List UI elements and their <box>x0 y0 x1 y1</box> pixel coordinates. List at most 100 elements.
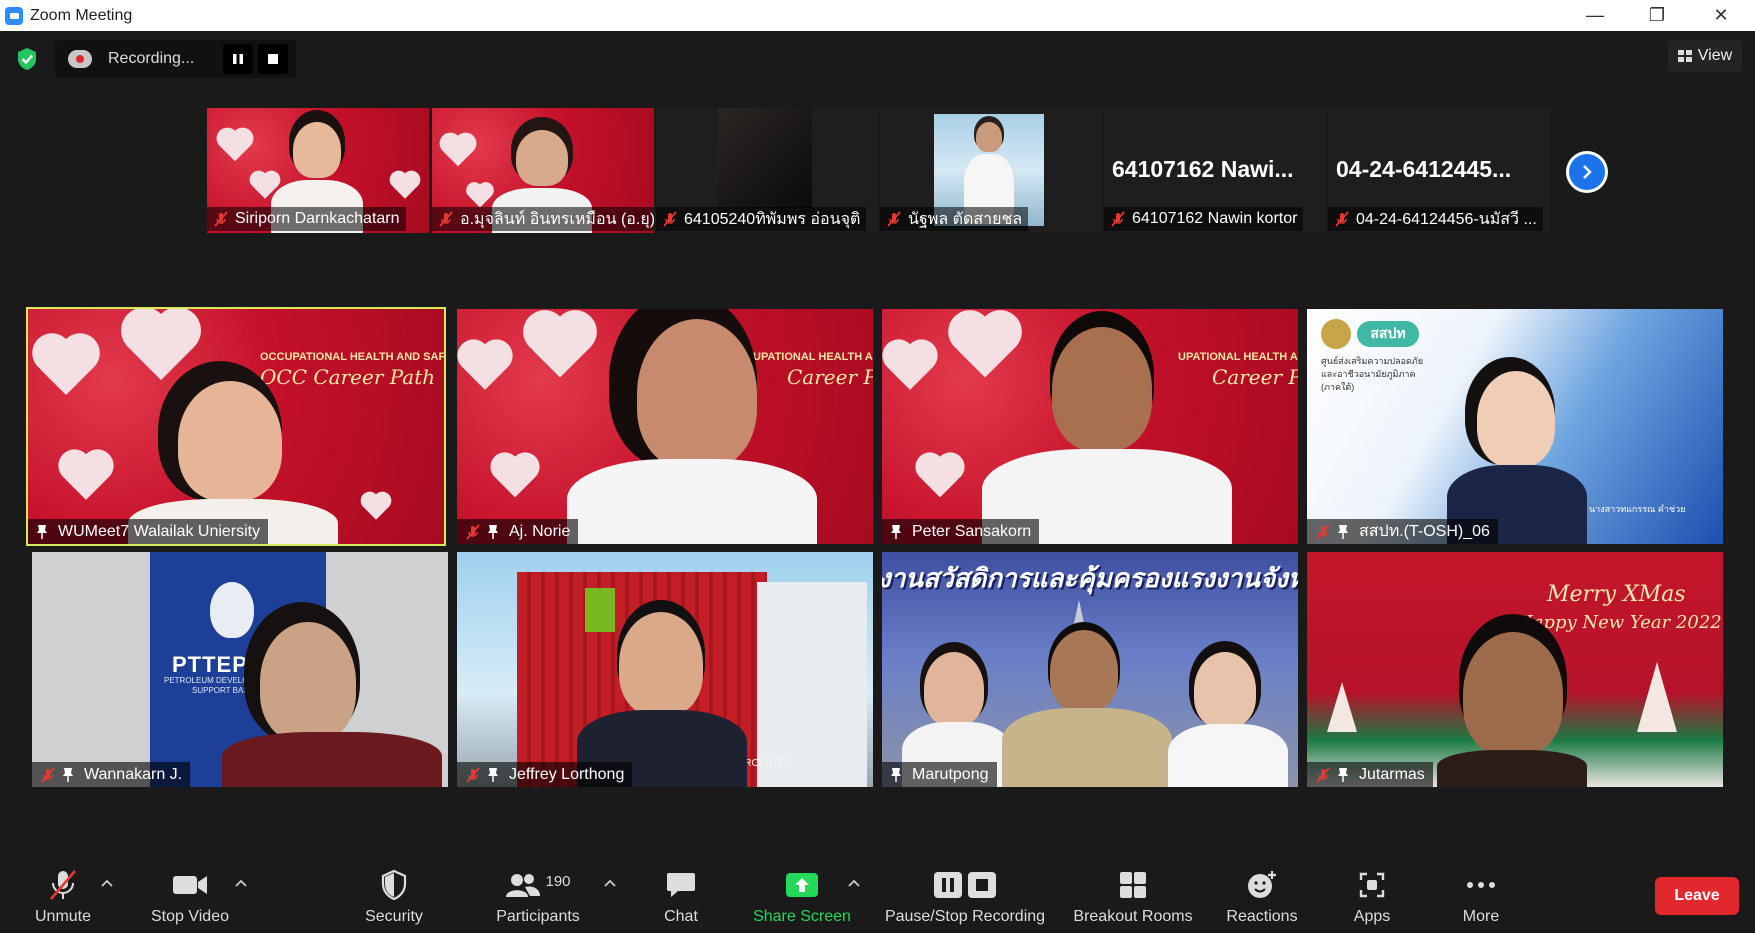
video-tile[interactable]: BIG C SUPERCENTER Jeffrey Lorthong <box>457 552 873 787</box>
mic-muted-icon <box>662 211 678 227</box>
participant-name: Siriporn Darnkachatarn <box>235 210 400 227</box>
participant-thumbnail[interactable]: 64107162 Nawi... 64107162 Nawin kortor <box>1104 108 1326 233</box>
xmas-greeting: Merry XMas <box>1547 582 1686 607</box>
grid-view-icon <box>1677 50 1692 62</box>
security-button[interactable]: Security <box>354 850 434 933</box>
audio-options-chevron-icon[interactable] <box>100 876 114 890</box>
video-tile[interactable]: สสปท ศูนย์ส่งเสริมความปลอดภัยและอาชีวอนา… <box>1307 309 1723 544</box>
video-tile-active-speaker[interactable]: OCCUPATIONAL HEALTH AND SAFETY OCC Caree… <box>26 307 446 546</box>
close-button[interactable]: ✕ <box>1698 0 1744 31</box>
participant-thumbnail[interactable]: 64105240ทิพัมพร อ่อนจุติ <box>656 108 878 233</box>
video-options-chevron-icon[interactable] <box>234 876 248 890</box>
share-options-chevron-icon[interactable] <box>847 876 861 890</box>
participant-name: Jutarmas <box>1359 765 1425 783</box>
background-banner-script: Career Path <box>1212 365 1298 389</box>
participant-name-bar: สสปท.(T-OSH)_06 <box>1307 519 1498 544</box>
share-screen-icon <box>785 866 819 904</box>
thumbnail-name-bar: อ.มุจลินท์ อินทรเหมือน (อ.ยุ) <box>432 207 654 231</box>
leave-button[interactable]: Leave <box>1655 877 1739 915</box>
participant-name: Aj. Norie <box>509 522 571 540</box>
apps-icon <box>1358 866 1386 904</box>
minimize-button[interactable]: — <box>1572 0 1618 31</box>
mic-muted-icon <box>465 766 481 783</box>
pause-stop-recording-button[interactable]: Pause/Stop Recording <box>880 850 1050 933</box>
pttep-sign: PTTEP <box>172 652 248 677</box>
video-tile[interactable]: งานสวัสดิการและคุ้มครองแรงงานจังหวัด Mar… <box>882 552 1298 787</box>
unmute-label: Unmute <box>34 908 92 925</box>
breakout-rooms-label: Breakout Rooms <box>1073 908 1193 925</box>
shield-icon <box>380 866 408 904</box>
participants-icon: 190 <box>505 866 571 904</box>
thumbnail-name-bar: Siriporn Darnkachatarn <box>207 207 406 231</box>
background-banner-title: OCCUPATIONAL HEALTH AND SAFETY <box>260 351 444 363</box>
more-dots-icon <box>1466 866 1496 904</box>
video-feed: PTTEP PETROLEUM DEVELOPME SUPPORT BASE <box>32 552 448 787</box>
mic-muted-icon <box>1334 211 1350 227</box>
emoji-smile-icon <box>1246 866 1278 904</box>
video-tile[interactable]: PTTEP PETROLEUM DEVELOPME SUPPORT BASE W… <box>32 552 448 787</box>
reactions-button[interactable]: Reactions <box>1222 850 1302 933</box>
background-banner: งานสวัสดิการและคุ้มครองแรงงานจังหวัด <box>882 563 1298 593</box>
thumbnail-name-bar: นัฐพล ตัดสายชล <box>880 207 1029 231</box>
participant-name: นัฐพล ตัดสายชล <box>908 210 1023 228</box>
meeting-toolbar: Unmute Stop Video Security 190 Participa… <box>0 850 1755 933</box>
stop-video-button[interactable]: Stop Video <box>145 850 235 933</box>
participants-button[interactable]: 190 Participants <box>488 850 588 933</box>
thumbnail-name-bar: 04-24-64124456-นมัสวี ... <box>1328 207 1543 231</box>
zoom-app-icon <box>5 6 23 25</box>
next-page-button[interactable] <box>1566 151 1608 193</box>
participant-name-bar: Jutarmas <box>1307 762 1433 787</box>
apps-button[interactable]: Apps <box>1342 850 1402 933</box>
video-tile[interactable]: UPATIONAL HEALTH AND SAFETY Career Path … <box>882 309 1298 544</box>
pin-icon <box>36 524 48 540</box>
participant-thumbnail[interactable]: นัฐพล ตัดสายชล <box>880 108 1102 233</box>
background-banner-script: Career Path <box>787 365 873 389</box>
participant-name-bar: Marutpong <box>882 762 997 787</box>
video-feed: OCCUPATIONAL HEALTH AND SAFETY OCC Caree… <box>28 309 444 544</box>
mic-muted-icon <box>40 766 56 783</box>
recording-label: Recording... <box>108 50 195 67</box>
stop-video-label: Stop Video <box>151 908 229 925</box>
breakout-rooms-button[interactable]: Breakout Rooms <box>1068 850 1198 933</box>
participant-thumbnail[interactable]: Siriporn Darnkachatarn <box>207 108 429 233</box>
participant-name-bar: WUMeet7 Walailak Uniersity <box>28 519 269 544</box>
participants-options-chevron-icon[interactable] <box>603 876 617 890</box>
breakout-rooms-icon <box>1119 866 1147 904</box>
participants-label: Participants <box>496 908 580 925</box>
background-banner-script: OCC Career Path <box>260 365 436 389</box>
mic-muted-icon <box>438 211 454 227</box>
participant-name: สสปท.(T-OSH)_06 <box>1359 523 1490 540</box>
chat-button[interactable]: Chat <box>651 850 711 933</box>
participant-name-bar: Aj. Norie <box>457 519 579 544</box>
video-feed: UPATIONAL HEALTH AND SAFETY Career Path <box>882 309 1298 544</box>
video-feed: สสปท ศูนย์ส่งเสริมความปลอดภัยและอาชีวอนา… <box>1307 309 1723 544</box>
recording-indicator: Recording... <box>55 40 296 78</box>
participant-thumbnail[interactable]: อ.มุจลินท์ อินทรเหมือน (อ.ยุ) <box>432 108 654 233</box>
participant-name-bar: Wannakarn J. <box>32 762 191 787</box>
share-screen-button[interactable]: Share Screen <box>752 850 852 933</box>
mic-muted-icon <box>213 211 229 227</box>
toshi-caption: นางสาวทแกรรณ คำช่วย <box>1589 504 1686 514</box>
security-label: Security <box>365 908 423 925</box>
shield-check-icon[interactable] <box>12 44 42 74</box>
mic-muted-icon <box>1315 523 1331 540</box>
unmute-button[interactable]: Unmute <box>28 850 98 933</box>
restore-button[interactable]: ❐ <box>1634 0 1680 31</box>
pin-icon <box>1337 767 1349 783</box>
video-tile[interactable]: Merry XMas Happy New Year 2022 Jutarmas <box>1307 552 1723 787</box>
participant-name-bar: Jeffrey Lorthong <box>457 762 633 787</box>
pin-icon <box>1337 524 1349 540</box>
video-tile[interactable]: UPATIONAL HEALTH AND SAFETY Career Path … <box>457 309 873 544</box>
participant-name: Jeffrey Lorthong <box>509 765 625 783</box>
view-button[interactable]: View <box>1668 40 1742 72</box>
stop-recording-button[interactable] <box>258 44 288 74</box>
more-button[interactable]: More <box>1451 850 1511 933</box>
recording-cloud-icon <box>68 50 92 68</box>
video-feed: BIG C SUPERCENTER <box>457 552 873 787</box>
pause-stop-recording-label: Pause/Stop Recording <box>884 908 1046 925</box>
store-logo <box>585 588 615 632</box>
pttep-sign-sub: SUPPORT BASE <box>192 686 254 695</box>
pause-recording-button[interactable] <box>223 44 253 74</box>
participant-thumbnail[interactable]: 04-24-6412445... 04-24-64124456-นมัสวี .… <box>1328 108 1550 233</box>
chat-label: Chat <box>664 908 698 925</box>
